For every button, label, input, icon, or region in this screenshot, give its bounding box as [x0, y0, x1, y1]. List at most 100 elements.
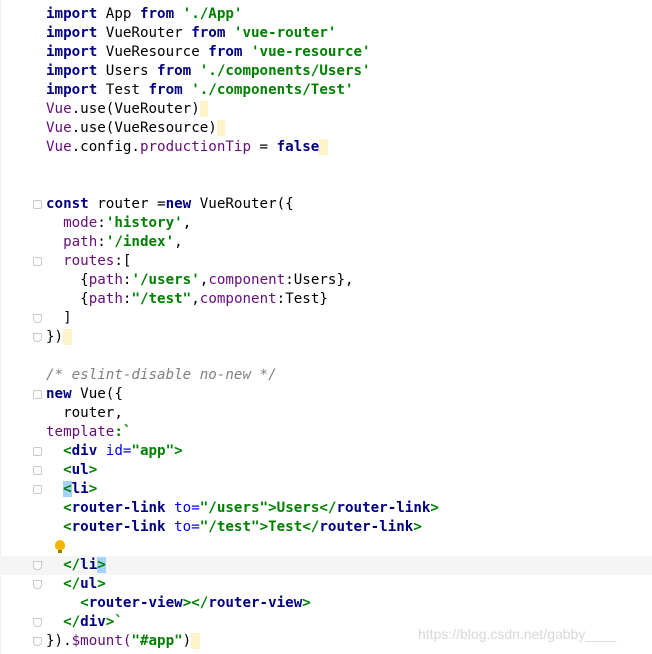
token: from: [148, 82, 183, 98]
code-line[interactable]: router,: [0, 404, 652, 423]
code-line[interactable]: /* eslint-disable no-new */: [0, 366, 652, 385]
token: =: [251, 139, 277, 155]
comment: /* eslint-disable no-new */: [46, 367, 277, 383]
token: VueRouter({: [191, 196, 294, 212]
code-line[interactable]: Vue.config.productionTip = false: [0, 138, 652, 157]
lightbulb-icon[interactable]: [55, 540, 65, 553]
watermark: https://blog.csdn.net/gabby____: [418, 626, 617, 642]
fold-marker-icon[interactable]: [33, 637, 42, 646]
token: to=: [165, 519, 200, 535]
token: router-view: [208, 595, 303, 611]
token: mode: [63, 215, 98, 231]
token: 'vue-resource': [242, 44, 371, 60]
token: to=: [165, 500, 200, 516]
fold-marker-icon[interactable]: [33, 561, 42, 570]
token: {: [46, 272, 89, 288]
code-line[interactable]: import VueRouter from 'vue-router': [0, 24, 652, 43]
token: ): [182, 633, 192, 649]
token: import: [46, 63, 98, 79]
token: >: [174, 443, 183, 459]
token: import: [46, 44, 98, 60]
code-line[interactable]: <div id="app">: [0, 442, 652, 461]
token: >`: [105, 614, 123, 630]
token: router-link: [319, 519, 414, 535]
token: App: [97, 6, 140, 22]
fold-marker-icon[interactable]: [33, 257, 42, 266]
token: '/index': [105, 234, 175, 250]
token: new: [165, 196, 192, 212]
token: Vue: [46, 120, 72, 136]
token: routes: [63, 253, 115, 269]
token: Users: [97, 63, 158, 79]
current-code-line[interactable]: </li>: [0, 556, 652, 575]
fold-marker-icon[interactable]: [33, 618, 42, 627]
code-line[interactable]: import App from './App': [0, 5, 652, 24]
fold-marker-icon[interactable]: [33, 580, 42, 589]
code-line[interactable]: mode:'history',: [0, 214, 652, 233]
token: router =: [88, 196, 166, 212]
token: ,: [191, 291, 200, 307]
fold-marker-icon[interactable]: [33, 200, 42, 209]
code-line[interactable]: {path:'/users',component:Users},: [0, 271, 652, 290]
token: VueRouter: [97, 25, 192, 41]
fold-marker-icon[interactable]: [33, 314, 42, 323]
token: const: [46, 196, 89, 212]
token: "/test": [131, 291, 192, 307]
code-line[interactable]: import Users from './components/Users': [0, 62, 652, 81]
token: router-link: [336, 500, 431, 516]
token: '/users': [131, 272, 200, 288]
token: "app": [131, 443, 175, 459]
token: >: [88, 481, 98, 497]
fold-marker-icon[interactable]: [33, 390, 42, 399]
token: ]: [46, 310, 72, 326]
token: ,: [174, 234, 183, 250]
code-line[interactable]: Vue.use(VueRouter): [0, 100, 652, 119]
code-line[interactable]: <router-link to="/test">Test</router-lin…: [0, 518, 652, 537]
token: './App': [174, 6, 243, 22]
fold-marker-icon[interactable]: [33, 466, 42, 475]
code-line[interactable]: <router-view></router-view>: [0, 594, 652, 613]
code-line[interactable]: }): [0, 328, 652, 347]
code-line[interactable]: <ul>: [0, 461, 652, 480]
code-line[interactable]: routes:[: [0, 252, 652, 271]
token: component: [199, 291, 277, 307]
code-line[interactable]: import VueResource from 'vue-resource': [0, 43, 652, 62]
code-line[interactable]: [0, 537, 652, 556]
code-line[interactable]: import Test from './components/Test': [0, 81, 652, 100]
code-line[interactable]: path:'/index',: [0, 233, 652, 252]
token: "#app": [131, 633, 183, 649]
code-line[interactable]: {path:"/test",component:Test}: [0, 290, 652, 309]
token: path: [88, 272, 123, 288]
token: }).: [46, 633, 72, 649]
code-line[interactable]: </ul>: [0, 575, 652, 594]
fold-marker-icon[interactable]: [33, 447, 42, 456]
code-editor[interactable]: import App from './App' import VueRouter…: [0, 0, 652, 654]
token: div: [80, 614, 106, 630]
code-line[interactable]: new Vue({: [0, 385, 652, 404]
token: 'history': [105, 215, 183, 231]
code-line[interactable]: ]: [0, 309, 652, 328]
token: <: [46, 443, 72, 459]
token: $mount(: [71, 633, 132, 649]
code-line[interactable]: <router-link to="/users">Users</router-l…: [0, 499, 652, 518]
fold-marker-icon[interactable]: [33, 485, 42, 494]
token: >: [413, 519, 422, 535]
token: :Test}: [276, 291, 328, 307]
fold-marker-icon[interactable]: [33, 333, 42, 342]
code-line[interactable]: template:`: [0, 423, 652, 442]
token: >: [97, 576, 106, 592]
code-line[interactable]: const router =new VueRouter({: [0, 195, 652, 214]
code-line[interactable]: <li>: [0, 480, 652, 499]
token: Test: [97, 82, 149, 98]
token: ,: [182, 215, 192, 231]
code-line[interactable]: Vue.use(VueResource): [0, 119, 652, 138]
token: './components/Test': [182, 82, 354, 98]
token: li: [80, 557, 98, 573]
token: </: [46, 557, 81, 573]
token: template: [46, 424, 115, 440]
token: VueResource: [97, 44, 209, 60]
token: div: [71, 443, 98, 459]
token: import: [46, 6, 98, 22]
